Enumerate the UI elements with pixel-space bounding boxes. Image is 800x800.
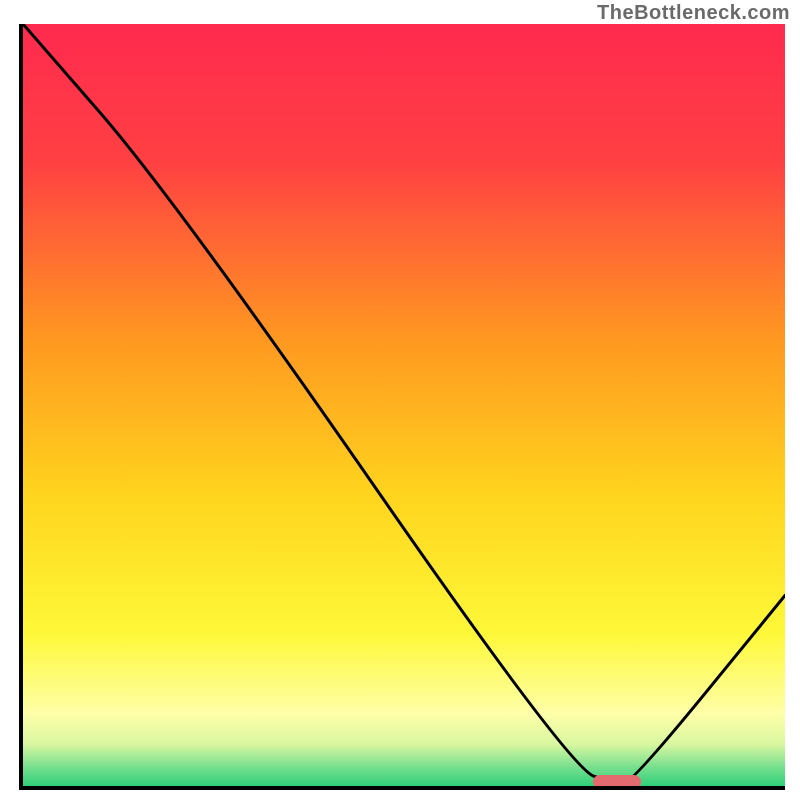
- bottleneck-curve: [23, 24, 785, 786]
- plot-region: [23, 24, 785, 786]
- chart-axes: [19, 24, 785, 790]
- watermark-text: TheBottleneck.com: [597, 2, 790, 25]
- optimal-marker: [593, 775, 641, 786]
